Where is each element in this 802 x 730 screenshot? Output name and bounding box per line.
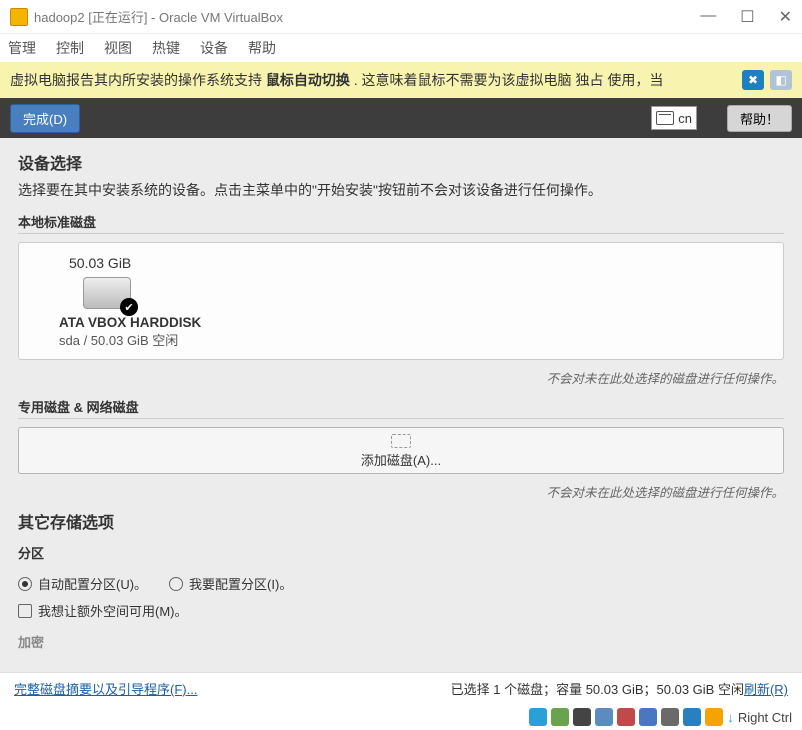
vbox-icon: [10, 8, 28, 26]
menu-devices[interactable]: 设备: [200, 38, 228, 58]
capture-toggle-icon[interactable]: ◧: [770, 70, 792, 90]
tray-network-icon[interactable]: [595, 708, 613, 726]
tray-usb-icon[interactable]: [617, 708, 635, 726]
add-disk-icon: [391, 434, 411, 448]
selected-check-icon: ✔: [120, 298, 138, 316]
tray-audio-icon[interactable]: [573, 708, 591, 726]
encrypt-heading: 加密: [18, 632, 784, 653]
tray-optical-icon[interactable]: [551, 708, 569, 726]
page-description: 选择要在其中安装系统的设备。点击主菜单中的"开始安装"按钮前不会对该设备进行任何…: [18, 180, 784, 200]
menu-manage[interactable]: 管理: [8, 38, 36, 58]
add-disk-label: 添加磁盘(A)...: [361, 450, 441, 469]
menu-control[interactable]: 控制: [56, 38, 84, 58]
help-button[interactable]: 帮助！: [727, 105, 792, 132]
minimize-button[interactable]: —: [700, 7, 716, 27]
hostkey-label: Right Ctrl: [738, 710, 792, 725]
partition-heading: 分区: [18, 543, 784, 564]
disk-note-2: 不会对未在此处选择的磁盘进行任何操作。: [18, 482, 784, 501]
installer-footer: 完整磁盘摘要以及引导程序(F)... 已选择 1 个磁盘；容量 50.03 Gi…: [0, 672, 802, 704]
vbox-statusbar: ↓ Right Ctrl: [0, 704, 802, 730]
tray-recording-icon[interactable]: [683, 708, 701, 726]
menu-help[interactable]: 帮助: [248, 38, 276, 58]
tray-cpu-icon[interactable]: [705, 708, 723, 726]
tray-shared-icon[interactable]: [639, 708, 657, 726]
menu-view[interactable]: 视图: [104, 38, 132, 58]
disk-size: 50.03 GiB: [69, 255, 765, 271]
window-title: hadoop2 [正在运行] - Oracle VM VirtualBox: [34, 7, 700, 26]
radio-auto-partition[interactable]: 自动配置分区(U)。: [18, 574, 147, 593]
add-disk-button[interactable]: 添加磁盘(A)...: [18, 427, 784, 474]
window-controls: — ☐ ✕: [700, 7, 792, 27]
disk-summary-link[interactable]: 完整磁盘摘要以及引导程序(F)...: [14, 679, 197, 698]
close-button[interactable]: ✕: [779, 7, 792, 27]
disk-note-1: 不会对未在此处选择的磁盘进行任何操作。: [18, 368, 784, 387]
maximize-button[interactable]: ☐: [740, 7, 754, 27]
refresh-link[interactable]: 刷新(R): [744, 679, 788, 698]
radio-manual-partition[interactable]: 我要配置分区(I)。: [169, 574, 292, 593]
menubar: 管理 控制 视图 热键 设备 帮助: [0, 34, 802, 62]
partition-radios: 自动配置分区(U)。 我要配置分区(I)。: [18, 574, 784, 593]
checkbox-icon: [18, 604, 32, 618]
installer-main: 设备选择 选择要在其中安装系统的设备。点击主菜单中的"开始安装"按钮前不会对该设…: [0, 138, 802, 672]
disk-name: ATA VBOX HARDDISK: [59, 315, 765, 330]
done-button[interactable]: 完成(D): [10, 104, 80, 133]
ime-label: cn: [678, 111, 692, 126]
mouse-capture-notice: 虚拟电脑报告其内所安装的操作系统支持 鼠标自动切换 . 这意味着鼠标不需要为该虚…: [0, 62, 802, 98]
page-title: 设备选择: [18, 150, 784, 174]
tray-display-icon[interactable]: [661, 708, 679, 726]
window-titlebar: hadoop2 [正在运行] - Oracle VM VirtualBox — …: [0, 0, 802, 34]
ime-indicator[interactable]: cn: [651, 106, 697, 130]
special-disks-heading: 专用磁盘 & 网络磁盘: [18, 397, 784, 419]
footer-status: 已选择 1 个磁盘；容量 50.03 GiB；50.03 GiB 空闲: [451, 679, 744, 698]
disk-status: sda / 50.03 GiB 空闲: [59, 330, 765, 349]
tray-hdd-icon[interactable]: [529, 708, 547, 726]
radio-off-icon: [169, 577, 183, 591]
menu-hotkeys[interactable]: 热键: [152, 38, 180, 58]
installer-topbar: 完成(D) cn 帮助！: [0, 98, 802, 138]
keyboard-icon: [656, 111, 674, 125]
hostkey-arrow-icon: ↓: [727, 710, 734, 725]
capture-dismiss-icon[interactable]: ✖: [742, 70, 764, 90]
harddisk-icon: ✔: [83, 277, 131, 309]
radio-on-icon: [18, 577, 32, 591]
checkbox-extra-space[interactable]: 我想让额外空间可用(M)。: [18, 601, 784, 620]
disk-card[interactable]: 50.03 GiB ✔ ATA VBOX HARDDISK sda / 50.0…: [18, 242, 784, 360]
capture-message: 虚拟电脑报告其内所安装的操作系统支持 鼠标自动切换 . 这意味着鼠标不需要为该虚…: [10, 70, 736, 90]
local-disks-heading: 本地标准磁盘: [18, 212, 784, 234]
other-storage-heading: 其它存储选项: [18, 509, 784, 533]
